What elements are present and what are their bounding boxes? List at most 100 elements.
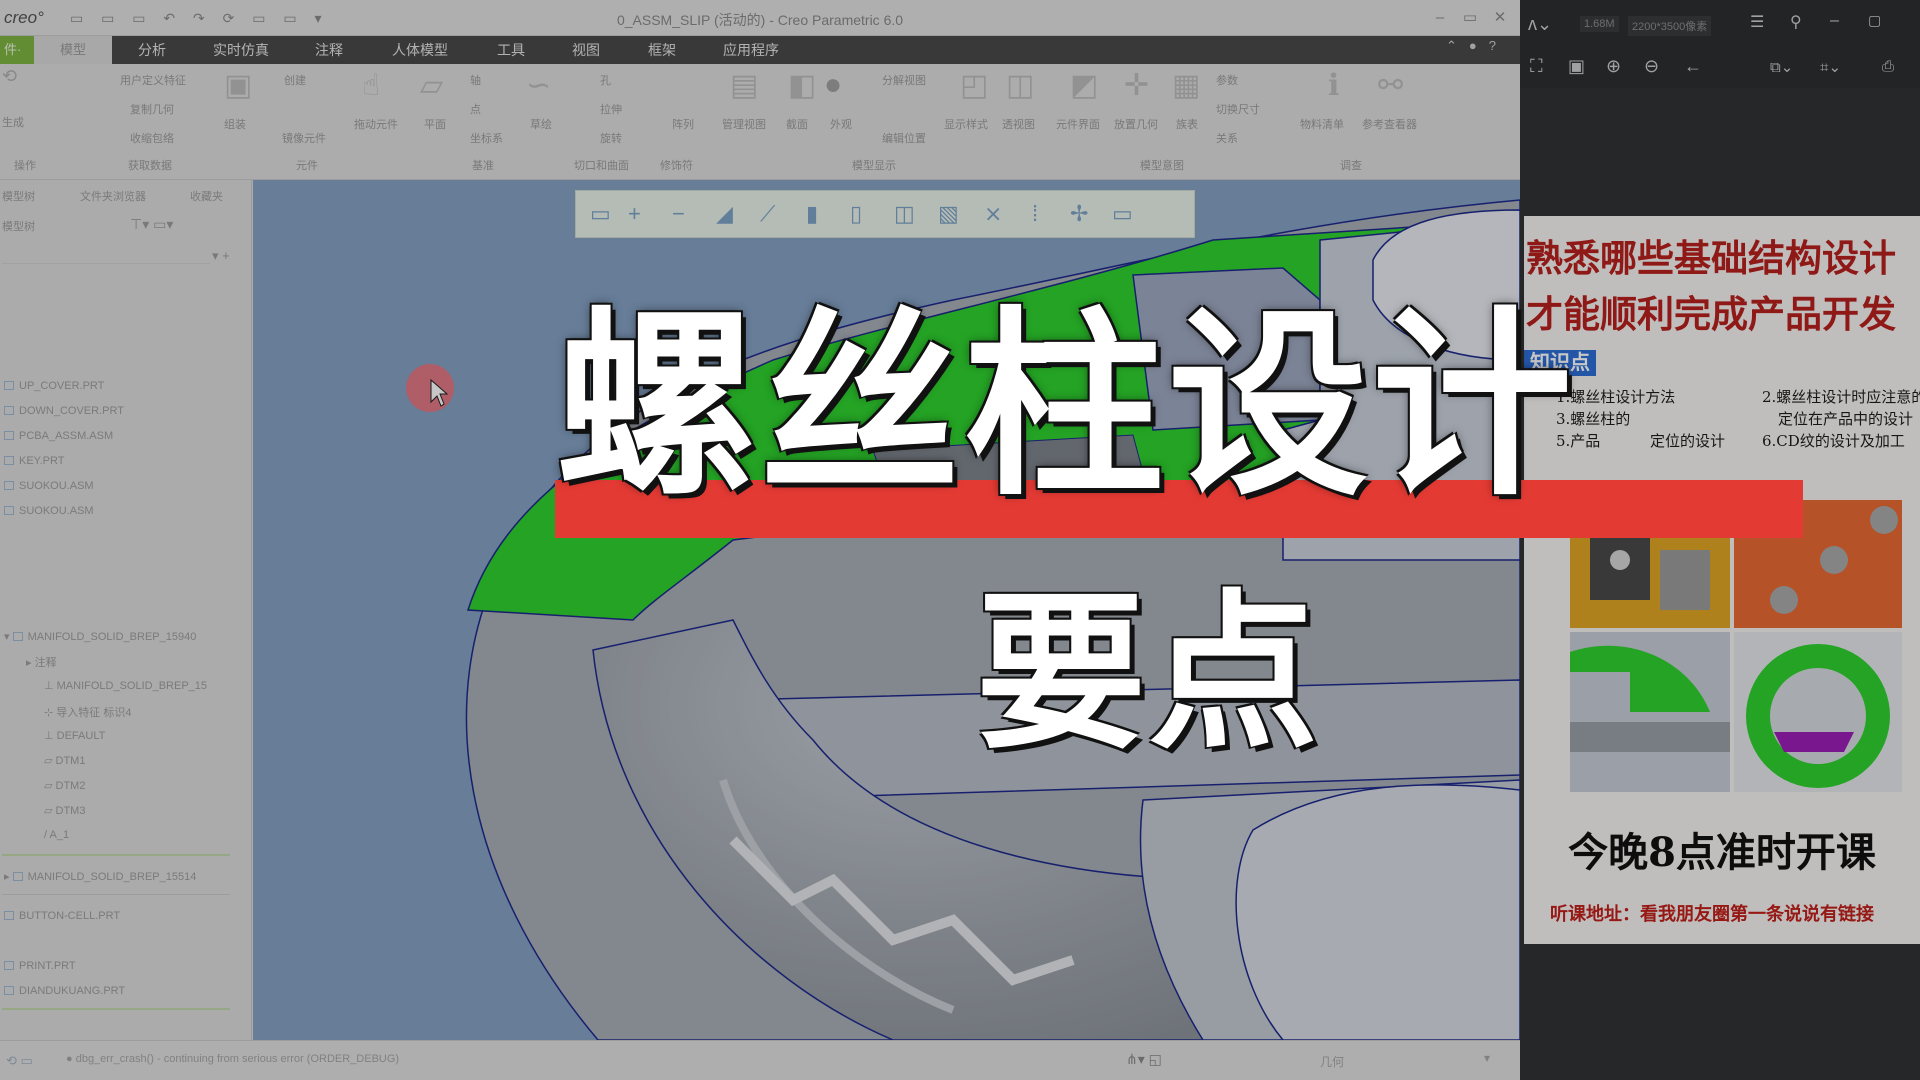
manage-views-icon[interactable]: ▤ <box>730 68 758 103</box>
datum-display-icon[interactable]: ⨯ <box>984 201 1002 227</box>
tab-applications[interactable]: 应用程序 <box>719 36 783 64</box>
zoom-out-icon[interactable]: ⊖ <box>1644 56 1659 77</box>
plane-icon[interactable]: ▱ <box>420 68 443 103</box>
perspective-view-icon[interactable]: ◫ <box>894 201 915 227</box>
display-style-icon[interactable]: ◰ <box>960 68 988 103</box>
tab-tools[interactable]: 工具 <box>493 36 529 64</box>
ribbon-item-axis[interactable]: 轴 <box>470 72 481 88</box>
spin-center-icon[interactable]: ✢ <box>1070 201 1088 227</box>
pin-icon[interactable]: ⚲ <box>1790 12 1802 32</box>
family-table-icon[interactable]: ▦ <box>1172 68 1200 103</box>
crop-icon[interactable]: ⌗⌄ <box>1820 58 1841 76</box>
minimize-icon[interactable]: – <box>1425 6 1455 30</box>
panel-tab-model-tree[interactable]: 模型树 <box>2 188 35 204</box>
tab-live-simulation[interactable]: 实时仿真 <box>209 36 273 64</box>
tree-item[interactable]: DIANDUKUANG.PRT <box>4 985 125 997</box>
ribbon-item-copy-geom[interactable]: 复制几何 <box>130 101 174 117</box>
annotation-display-icon[interactable]: ⁞ <box>1032 201 1038 227</box>
ribbon-item-family-table[interactable]: 族表 <box>1176 116 1198 132</box>
tab-view[interactable]: 视图 <box>568 36 604 64</box>
tree-subitem[interactable]: / A_1 <box>44 829 69 841</box>
zoom-out-icon[interactable]: − <box>672 201 685 227</box>
ribbon-item-bom[interactable]: 物料清单 <box>1300 116 1344 132</box>
repaint-icon[interactable]: ◢ <box>716 201 733 227</box>
group-model-intent[interactable]: 模型意图 <box>1140 157 1184 173</box>
regenerate-icon[interactable]: ⟲ <box>2 66 17 87</box>
tree-subitem[interactable]: ⊥ DEFAULT <box>44 729 105 742</box>
ribbon-item-display-style[interactable]: 显示样式 <box>944 116 988 132</box>
ribbon-item-plane[interactable]: 平面 <box>424 116 446 132</box>
ribbon-item-udf[interactable]: 用户定义特征 <box>120 72 186 88</box>
tab-analysis[interactable]: 分析 <box>134 36 170 64</box>
tab-annotate[interactable]: 注释 <box>311 36 347 64</box>
tree-item[interactable]: KEY.PRT <box>4 455 64 467</box>
assemble-icon[interactable]: ▣ <box>224 68 252 103</box>
tab-file[interactable]: 件· <box>0 36 34 64</box>
fullscreen-icon[interactable]: ⛶ <box>1530 56 1543 77</box>
drag-icon[interactable]: ☝ <box>362 68 380 103</box>
component-interface-icon[interactable]: ◩ <box>1070 68 1098 103</box>
print-icon[interactable]: ⎙ <box>1882 58 1894 75</box>
group-cut-surface[interactable]: 切口和曲面 <box>574 157 629 173</box>
tree-item[interactable]: SUOKOU.ASM <box>4 505 94 517</box>
tree-subitem[interactable]: ▱ DTM3 <box>44 804 85 817</box>
rotate-icon[interactable]: ← <box>1684 56 1702 77</box>
ribbon-help-icons[interactable]: ⌃●? <box>1446 38 1508 54</box>
tree-item[interactable]: DOWN_COVER.PRT <box>4 405 124 417</box>
ribbon-item-section[interactable]: 截面 <box>786 116 808 132</box>
ribbon-item-place-geometry[interactable]: 放置几何 <box>1114 116 1158 132</box>
tree-item-manifold-2[interactable]: ▸ MANIFOLD_SOLID_BREP_15514 <box>4 870 196 883</box>
reference-viewer-icon[interactable]: ⚯ <box>1378 68 1403 103</box>
refit-icon[interactable]: ▭ <box>590 201 611 227</box>
zoom-in-icon[interactable]: ⊕ <box>1606 56 1621 77</box>
ribbon-item-point[interactable]: 点 <box>470 101 481 117</box>
section-view-icon[interactable]: ▧ <box>938 201 959 227</box>
tree-item-manifold-1[interactable]: ▾ MANIFOLD_SOLID_BREP_15940 <box>4 630 196 643</box>
tree-add-icon[interactable]: ▾ + <box>212 248 230 264</box>
ribbon-item-revolve[interactable]: 旋转 <box>600 130 622 146</box>
ribbon-item-pattern[interactable]: 阵列 <box>672 116 694 132</box>
actual-size-icon[interactable]: ▣ <box>1568 56 1585 77</box>
tree-item[interactable]: SUOKOU.ASM <box>4 480 94 492</box>
ribbon-item-csys[interactable]: 坐标系 <box>470 130 503 146</box>
tree-item[interactable]: BUTTON-CELL.PRT <box>4 910 120 922</box>
saved-views-icon[interactable]: ▮ <box>806 201 818 227</box>
ribbon-item-edit-position[interactable]: 编辑位置 <box>882 130 926 146</box>
tab-human-model[interactable]: 人体模型 <box>388 36 452 64</box>
perspective-icon[interactable]: ◫ <box>1006 68 1034 103</box>
panel-tab-folder-browser[interactable]: 文件夹浏览器 <box>80 188 146 204</box>
tree-item[interactable]: PCBA_ASSM.ASM <box>4 430 113 442</box>
tree-filter-icon[interactable]: ⊤▾ ▭▾ <box>130 216 173 233</box>
ribbon-item-relations[interactable]: 关系 <box>1216 130 1238 146</box>
filter-dropdown[interactable]: 几何 <box>1320 1053 1344 1070</box>
minimize-icon[interactable]: – <box>1830 12 1839 30</box>
ribbon-item-sketch[interactable]: 草绘 <box>530 116 552 132</box>
sketch-icon[interactable]: ∽ <box>526 68 551 103</box>
ribbon-item-ref-viewer[interactable]: 参考查看器 <box>1362 116 1417 132</box>
group-component[interactable]: 元件 <box>296 157 318 173</box>
view-manager-icon[interactable]: ▯ <box>850 201 862 227</box>
ribbon-item-switch-dims[interactable]: 切换尺寸 <box>1216 101 1260 117</box>
panel-tab-favorites[interactable]: 收藏夹 <box>190 188 223 204</box>
more-view-options-icon[interactable]: ▭ <box>1112 201 1133 227</box>
tree-subitem[interactable]: ▱ DTM1 <box>44 754 85 767</box>
ribbon-item-assemble[interactable]: 组装 <box>224 116 246 132</box>
maximize-icon[interactable]: ▢ <box>1868 12 1881 29</box>
group-datum[interactable]: 基准 <box>472 157 494 173</box>
ribbon-item-hole[interactable]: 孔 <box>600 72 611 88</box>
ribbon-item-extrude[interactable]: 拉伸 <box>600 101 622 117</box>
selection-filter-icon[interactable]: ⋔▾ ◱ <box>1126 1051 1162 1068</box>
tab-framework[interactable]: 框架 <box>644 36 680 64</box>
tree-item[interactable]: UP_COVER.PRT <box>4 380 104 392</box>
ribbon-item-mirror[interactable]: 镜像元件 <box>282 130 326 146</box>
ribbon-item-create[interactable]: 创建 <box>284 72 306 88</box>
tab-model[interactable]: 模型 <box>34 36 112 64</box>
bom-icon[interactable]: ℹ <box>1328 68 1339 103</box>
ribbon-item-parameters[interactable]: 参数 <box>1216 72 1238 88</box>
status-icon[interactable]: ⟲ ▭ <box>6 1053 33 1069</box>
tree-subitem[interactable]: ▸ 注释 <box>26 654 57 670</box>
place-geometry-icon[interactable]: ✛ <box>1124 68 1149 103</box>
group-investigate[interactable]: 调查 <box>1340 157 1362 173</box>
section-icon[interactable]: ◧ <box>788 68 816 103</box>
ribbon-item-perspective[interactable]: 透视图 <box>1002 116 1035 132</box>
